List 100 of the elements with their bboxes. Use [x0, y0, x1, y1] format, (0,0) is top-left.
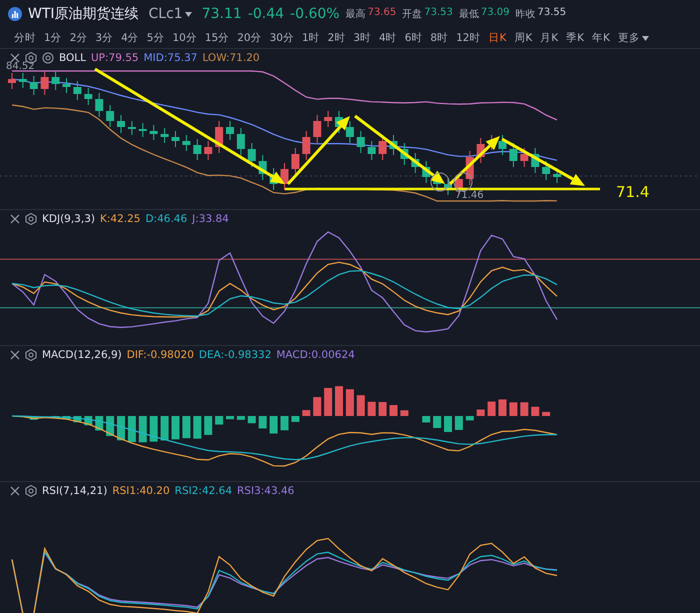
price-label: 71.46: [455, 190, 484, 201]
histogram-bar: [542, 412, 550, 416]
histogram-bar: [215, 416, 224, 425]
histogram-bar: [291, 416, 300, 422]
period-tab[interactable]: 季K: [562, 31, 588, 45]
period-tab[interactable]: 周K: [510, 31, 536, 45]
histogram-bar: [62, 416, 70, 420]
indicator-value: LOW:71.20: [202, 52, 260, 64]
close-icon[interactable]: [10, 214, 20, 224]
chart-icon: [8, 7, 22, 21]
period-tab[interactable]: 3时: [349, 31, 375, 45]
period-tab[interactable]: 2时: [324, 31, 350, 45]
candlestick: [248, 142, 256, 168]
period-tab[interactable]: 分时: [10, 31, 40, 45]
indicator-value: K:42.25: [100, 213, 140, 225]
stat-label: 最低: [458, 8, 479, 21]
caret-icon: [642, 36, 649, 40]
histogram-bar: [454, 416, 463, 430]
histogram-bar: [313, 397, 322, 416]
indicator-value: J:33.84: [192, 213, 229, 225]
histogram-bar: [368, 402, 376, 416]
period-tab[interactable]: 15分: [200, 31, 234, 45]
candlestick: [8, 72, 16, 90]
close-icon[interactable]: [10, 486, 20, 496]
caret-icon: [184, 12, 192, 16]
indicator-name: RSI(7,14,21): [42, 485, 108, 497]
settings-icon[interactable]: [25, 485, 37, 497]
histogram-bar: [193, 416, 202, 439]
histogram-bar: [498, 399, 506, 416]
candlestick: [476, 138, 485, 164]
histogram-bar: [52, 416, 60, 418]
period-tab[interactable]: 30分: [266, 31, 298, 45]
histogram-bar: [488, 402, 496, 416]
candlestick: [40, 70, 49, 96]
stat-value: 73.09: [480, 7, 510, 20]
candlestick: [553, 168, 561, 184]
settings-icon[interactable]: [25, 213, 37, 225]
symbol-selector[interactable]: CLc1: [144, 6, 196, 22]
indicator-value: RSI1:40.20: [112, 485, 170, 497]
histogram-bar: [280, 416, 288, 430]
histogram-bar: [324, 388, 332, 416]
last-price: 73.11: [202, 6, 242, 22]
period-tab[interactable]: 10分: [168, 31, 201, 45]
instrument-title: WTI原油期货连续: [28, 5, 139, 23]
histogram-bar: [531, 406, 540, 416]
period-tab[interactable]: 2分: [66, 31, 92, 45]
histogram-bar: [270, 416, 278, 434]
marker-icon[interactable]: [430, 172, 450, 192]
indicator-value: RSI2:42.64: [174, 485, 232, 497]
candlestick: [411, 152, 420, 174]
histogram-bar: [172, 416, 180, 440]
histogram-bar: [444, 416, 452, 432]
period-tab[interactable]: 4分: [117, 31, 143, 45]
period-tab[interactable]: 1时: [298, 31, 324, 45]
period-tab[interactable]: 20分: [233, 31, 266, 45]
period-tab[interactable]: 月K: [536, 31, 562, 45]
period-tab[interactable]: 8时: [426, 31, 452, 45]
candlestick: [138, 122, 147, 138]
histogram-bar: [160, 416, 169, 440]
candlestick: [422, 160, 430, 184]
period-tab[interactable]: 3分: [91, 31, 118, 45]
marker-icon[interactable]: [454, 172, 472, 192]
period-tab[interactable]: 4时: [375, 31, 401, 45]
histogram-bar: [422, 416, 430, 422]
histogram-bar: [433, 416, 442, 428]
candlestick: [117, 114, 125, 134]
close-icon[interactable]: [10, 53, 20, 63]
period-tab[interactable]: 5分: [142, 31, 168, 45]
period-tab[interactable]: 1分: [40, 31, 66, 45]
period-tab[interactable]: 6时: [400, 31, 426, 45]
stat-label: 开盘: [402, 8, 422, 21]
candlestick: [106, 104, 114, 128]
histogram-bar: [182, 416, 190, 438]
candlestick: [390, 134, 398, 156]
stat-value: 73.65: [368, 7, 396, 20]
target-price-label: 71.4: [616, 183, 650, 201]
period-tab[interactable]: 年K: [588, 31, 614, 45]
indicator-value: RSI3:43.46: [237, 485, 294, 497]
indicator-value: D:46.46: [145, 213, 188, 225]
settings-icon[interactable]: [25, 349, 37, 361]
indicator-value: DEA:-0.98332: [198, 349, 272, 361]
candlestick: [30, 76, 38, 96]
indicator-name: BOLL: [59, 52, 86, 64]
candlestick: [542, 160, 550, 180]
histogram-bar: [400, 410, 408, 416]
histogram-bar: [466, 416, 474, 420]
period-tab[interactable]: 日K: [484, 31, 510, 45]
histogram-bar: [346, 389, 354, 416]
candlestick: [324, 110, 332, 128]
price-change: -0.44: [248, 6, 284, 22]
visibility-icon[interactable]: [42, 52, 54, 64]
candlestick: [356, 130, 365, 154]
close-icon[interactable]: [10, 350, 20, 360]
more-menu[interactable]: 更多: [614, 31, 653, 45]
period-tab[interactable]: 12时: [452, 31, 484, 45]
candlestick: [215, 120, 224, 154]
histogram-bar: [236, 416, 245, 420]
candlestick: [291, 148, 300, 176]
candlestick: [258, 154, 267, 180]
candlestick: [52, 70, 60, 90]
